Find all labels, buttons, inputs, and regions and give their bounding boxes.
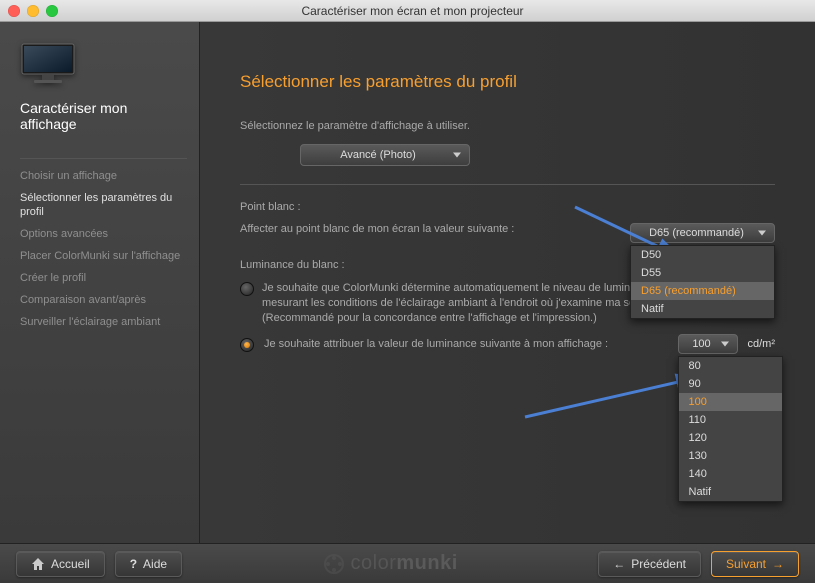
whitepoint-option-d50[interactable]: D50: [631, 246, 774, 264]
arrow-right-icon: →: [772, 557, 784, 571]
sidebar-item-advanced-options[interactable]: Options avancées: [20, 223, 187, 245]
radio-auto[interactable]: [240, 282, 254, 296]
mode-dropdown[interactable]: Avancé (Photo): [300, 144, 470, 166]
window-titlebar: Caractériser mon écran et mon projecteur: [0, 0, 815, 22]
help-button-label: Aide: [143, 557, 167, 571]
mode-dropdown-value: Avancé (Photo): [340, 149, 416, 161]
arrow-left-icon: ←: [613, 557, 625, 571]
radio-manual[interactable]: [240, 338, 254, 352]
page-heading: Sélectionner les paramètres du profil: [240, 72, 775, 92]
monitor-icon: [20, 42, 76, 86]
sidebar-title: Caractériser mon affichage: [20, 100, 187, 132]
luminance-option-120[interactable]: 120: [679, 429, 782, 447]
home-icon: [31, 558, 45, 570]
sidebar: Caractériser mon affichage Choisir un af…: [0, 22, 200, 543]
help-button[interactable]: ? Aide: [115, 551, 182, 577]
luminance-option-native[interactable]: Natif: [679, 483, 782, 501]
sidebar-item-select-params[interactable]: Sélectionner les paramètres du profil: [20, 187, 187, 223]
home-button-label: Accueil: [51, 557, 90, 571]
luminance-option-90[interactable]: 90: [679, 375, 782, 393]
luminance-option-130[interactable]: 130: [679, 447, 782, 465]
instruction-text: Sélectionnez le paramètre d'affichage à …: [240, 120, 775, 132]
previous-button[interactable]: ← Précédent: [598, 551, 701, 577]
luminance-option-140[interactable]: 140: [679, 465, 782, 483]
sidebar-divider: [20, 158, 187, 159]
whitepoint-option-d65[interactable]: D65 (recommandé): [631, 282, 774, 300]
brand-logo: colormunki: [323, 552, 458, 575]
luminance-option-80[interactable]: 80: [679, 357, 782, 375]
luminance-option-100[interactable]: 100: [679, 393, 782, 411]
brand-text-1: color: [351, 552, 397, 574]
luminance-dropdown-value: 100: [692, 338, 710, 350]
sidebar-item-create-profile[interactable]: Créer le profil: [20, 267, 187, 289]
footer: Accueil ? Aide colormunki ← Précédent Su…: [0, 543, 815, 583]
previous-button-label: Précédent: [631, 557, 686, 571]
divider: [240, 184, 775, 185]
main-panel: Sélectionner les paramètres du profil Sé…: [200, 22, 815, 543]
whitepoint-option-native[interactable]: Natif: [631, 300, 774, 318]
sidebar-item-place-device[interactable]: Placer ColorMunki sur l'affichage: [20, 245, 187, 267]
whitepoint-option-d55[interactable]: D55: [631, 264, 774, 282]
next-button[interactable]: Suivant →: [711, 551, 799, 577]
whitepoint-dropdown-value: D65 (recommandé): [649, 227, 744, 239]
luminance-unit: cd/m²: [748, 338, 776, 350]
radio-manual-text: Je souhaite attribuer la valeur de lumin…: [264, 337, 608, 352]
window-title: Caractériser mon écran et mon projecteur: [18, 4, 807, 18]
sidebar-item-compare[interactable]: Comparaison avant/après: [20, 289, 187, 311]
sidebar-item-monitor-ambient[interactable]: Surveiller l'éclairage ambiant: [20, 311, 187, 333]
whitepoint-label: Point blanc :: [240, 201, 775, 213]
next-button-label: Suivant: [726, 557, 766, 571]
help-icon: ?: [130, 557, 137, 571]
luminance-option-110[interactable]: 110: [679, 411, 782, 429]
sidebar-item-choose-display[interactable]: Choisir un affichage: [20, 165, 187, 187]
whitepoint-options-panel: D50 D55 D65 (recommandé) Natif: [630, 245, 775, 319]
luminance-dropdown[interactable]: 100: [678, 334, 738, 354]
whitepoint-text: Affecter au point blanc de mon écran la …: [240, 223, 514, 235]
home-button[interactable]: Accueil: [16, 551, 105, 577]
luminance-options-panel: 80 90 100 110 120 130 140 Natif: [678, 356, 783, 502]
radio-manual-row[interactable]: Je souhaite attribuer la valeur de lumin…: [240, 334, 775, 354]
brand-text-2: munki: [396, 552, 457, 574]
brand-icon: [323, 553, 345, 575]
whitepoint-dropdown[interactable]: D65 (recommandé): [630, 223, 775, 243]
